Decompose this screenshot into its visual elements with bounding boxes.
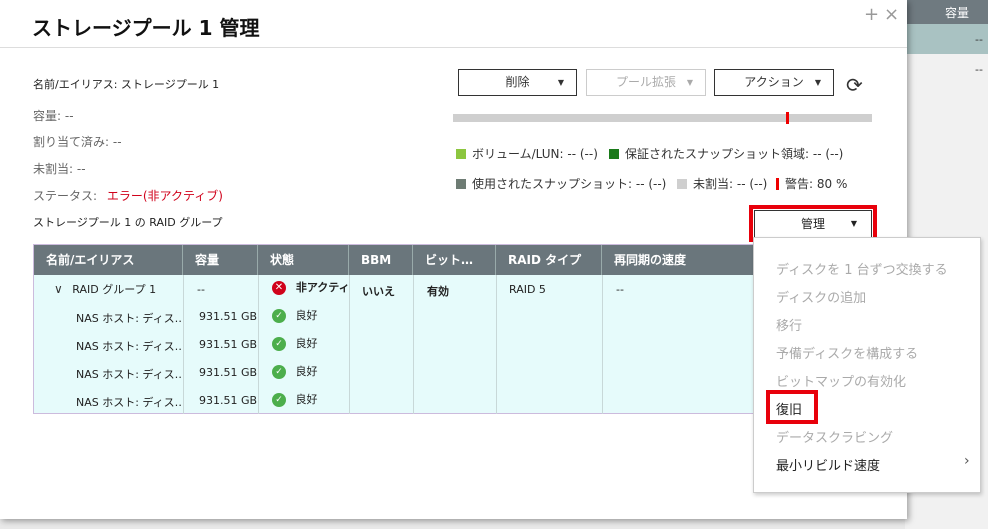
- legend-warning: 警告: 80 %: [776, 175, 847, 192]
- caret-down-icon: ▼: [814, 78, 821, 87]
- background-column-header: 容量: [905, 0, 988, 24]
- disk-capacity: 931.51 GB…: [199, 394, 257, 407]
- group-bitmap: 有効: [427, 285, 449, 298]
- expand-pool-button-label: プール拡張: [615, 75, 676, 89]
- status-label: ステータス:: [33, 189, 98, 203]
- legend-used-snapshot: 使用されたスナップショット: -- (--): [456, 175, 666, 192]
- column-header-capacity[interactable]: 容量: [183, 245, 258, 275]
- warning-threshold-marker: [786, 112, 789, 124]
- menu-item-configure-spare[interactable]: 予備ディスクを構成する: [776, 343, 918, 362]
- menu-item-migrate[interactable]: 移行: [776, 315, 802, 334]
- manage-dropdown-menu: ディスクを 1 台ずつ交換する ディスクの追加 移行 予備ディスクを構成する ビ…: [753, 237, 981, 493]
- legend-unallocated: 未割当: -- (--): [677, 175, 767, 192]
- action-button[interactable]: アクション ▼: [714, 69, 834, 96]
- caret-down-icon: ▼: [557, 78, 564, 87]
- table-header: 名前/エイリアス 容量 状態 BBM ビット… RAID タイプ 再同期の速度: [34, 245, 776, 275]
- disk-name: NAS ホスト: ディス…: [76, 340, 181, 353]
- column-divider: [496, 275, 497, 414]
- menu-item-min-rebuild-speed[interactable]: 最小リビルド速度: [776, 455, 880, 474]
- dialog-title-bar: ストレージプール 1 管理 + ×: [0, 0, 907, 48]
- disk-status: 良好: [295, 337, 318, 350]
- column-divider: [258, 275, 259, 414]
- caret-down-icon: ▼: [686, 78, 693, 87]
- legend-swatch-volume: [456, 148, 466, 159]
- legend-swatch-guaranteed: [609, 148, 619, 159]
- check-icon: ✓: [272, 309, 286, 323]
- background-row-value: --: [975, 63, 983, 76]
- legend-guaranteed-snapshot: 保証されたスナップショット領域: -- (--): [609, 145, 843, 162]
- group-status: 非アクティ: [295, 281, 349, 294]
- pool-unallocated: 未割当: --: [33, 162, 86, 176]
- disk-capacity: 931.51 GB…: [199, 366, 257, 379]
- pool-capacity: 容量: --: [33, 109, 74, 123]
- disk-status-cell: ✓ 良好: [272, 363, 318, 379]
- group-capacity: --: [197, 283, 205, 296]
- recover-item-highlight: [766, 390, 818, 424]
- background-row-value: --: [975, 33, 983, 46]
- legend-unallocated-label: 未割当: -- (--): [693, 177, 768, 191]
- legend-swatch-unallocated: [677, 178, 687, 189]
- chevron-down-icon[interactable]: ∨: [54, 282, 63, 296]
- column-header-status[interactable]: 状態: [258, 245, 349, 275]
- action-button-label: アクション: [744, 75, 804, 89]
- pool-name: 名前/エイリアス: ストレージプール 1: [33, 78, 220, 91]
- delete-button-label: 削除: [505, 75, 530, 89]
- disk-capacity: 931.51 GB…: [199, 310, 257, 323]
- disk-status-cell: ✓ 良好: [272, 307, 318, 323]
- close-icon[interactable]: ×: [884, 4, 899, 25]
- menu-item-add-disk[interactable]: ディスクの追加: [776, 287, 866, 306]
- group-name-cell: ∨ RAID グループ 1: [54, 281, 183, 297]
- capacity-bar: [453, 114, 872, 122]
- group-status-cell: ✕ 非アクティ: [272, 279, 349, 295]
- group-name: RAID グループ 1: [72, 283, 157, 296]
- raid-group-table: 名前/エイリアス 容量 状態 BBM ビット… RAID タイプ 再同期の速度 …: [33, 244, 777, 414]
- legend-volume-label: ボリューム/LUN: -- (--): [472, 147, 598, 161]
- pool-allocated: 割り当て済み: --: [33, 135, 122, 149]
- check-icon: ✓: [272, 337, 286, 351]
- menu-item-replace-disks[interactable]: ディスクを 1 台ずつ交換する: [776, 259, 948, 278]
- column-header-raid-type[interactable]: RAID タイプ: [496, 245, 602, 275]
- delete-button[interactable]: 削除 ▼: [458, 69, 577, 96]
- disk-name: NAS ホスト: ディス…: [76, 368, 181, 381]
- legend-warning-label: 警告: 80 %: [785, 177, 848, 191]
- disk-status: 良好: [295, 309, 318, 322]
- disk-status-cell: ✓ 良好: [272, 335, 318, 351]
- legend-used-snapshot-label: 使用されたスナップショット: -- (--): [472, 177, 667, 191]
- expand-pool-button[interactable]: プール拡張 ▼: [586, 69, 706, 96]
- column-divider: [349, 275, 350, 414]
- legend-swatch-warning: [776, 177, 779, 190]
- dialog-title: ストレージプール 1 管理: [32, 16, 260, 40]
- disk-status: 良好: [295, 393, 318, 406]
- group-resync-speed: --: [616, 283, 624, 296]
- column-header-name[interactable]: 名前/エイリアス: [34, 245, 183, 275]
- maximize-icon[interactable]: +: [864, 4, 879, 25]
- disk-status: 良好: [295, 365, 318, 378]
- disk-name: NAS ホスト: ディス…: [76, 396, 181, 409]
- pool-status: ステータス: エラー(非アクティブ): [33, 187, 223, 204]
- legend-swatch-used-snapshot: [456, 178, 466, 189]
- disk-status-cell: ✓ 良好: [272, 391, 318, 407]
- legend-guaranteed-label: 保証されたスナップショット領域: -- (--): [625, 147, 844, 161]
- column-divider: [602, 275, 603, 414]
- error-icon: ✕: [272, 281, 286, 295]
- column-header-bitmap[interactable]: ビット…: [413, 245, 496, 275]
- disk-capacity: 931.51 GB…: [199, 338, 257, 351]
- legend-volume: ボリューム/LUN: -- (--): [456, 145, 598, 162]
- column-header-resync-speed[interactable]: 再同期の速度: [602, 245, 776, 275]
- column-divider: [183, 275, 184, 414]
- status-value: エラー(非アクティブ): [106, 189, 223, 203]
- menu-item-data-scrubbing[interactable]: データスクラビング: [776, 427, 893, 446]
- raid-group-label: ストレージプール 1 の RAID グループ: [33, 216, 223, 229]
- column-header-bbm[interactable]: BBM: [349, 245, 413, 275]
- check-icon: ✓: [272, 393, 286, 407]
- refresh-icon[interactable]: ⟳: [846, 73, 863, 97]
- column-divider: [413, 275, 414, 414]
- check-icon: ✓: [272, 365, 286, 379]
- chevron-right-icon: ›: [964, 453, 970, 469]
- disk-name: NAS ホスト: ディス…: [76, 312, 181, 325]
- group-raid-type: RAID 5: [509, 283, 546, 296]
- menu-item-enable-bitmap[interactable]: ビットマップの有効化: [776, 371, 906, 390]
- group-bbm: いいえ: [362, 285, 395, 298]
